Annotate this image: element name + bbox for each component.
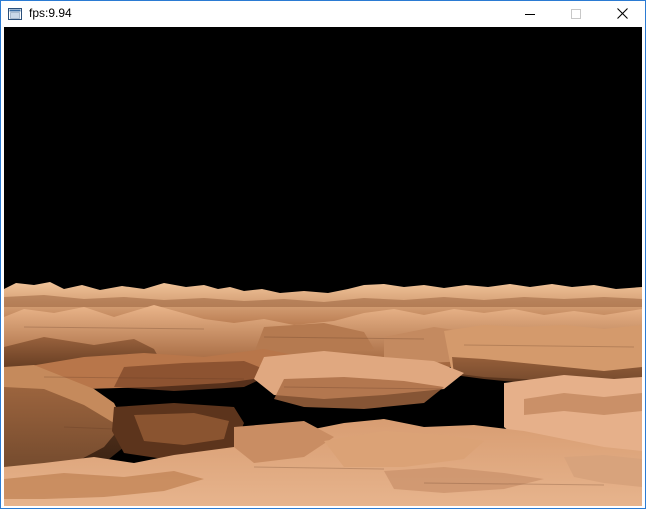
app-window: fps:9.94 <box>0 0 646 509</box>
minimize-button[interactable] <box>507 1 553 26</box>
close-icon <box>616 8 628 19</box>
render-viewport[interactable] <box>4 27 642 506</box>
app-window-icon <box>8 7 22 20</box>
maximize-icon <box>571 8 581 19</box>
close-button[interactable] <box>599 1 645 26</box>
maximize-button[interactable] <box>553 1 599 26</box>
title-bar[interactable]: fps:9.94 <box>1 1 645 26</box>
terrain-scene <box>4 27 642 506</box>
window-title: fps:9.94 <box>29 6 72 20</box>
minimize-icon <box>525 13 535 15</box>
